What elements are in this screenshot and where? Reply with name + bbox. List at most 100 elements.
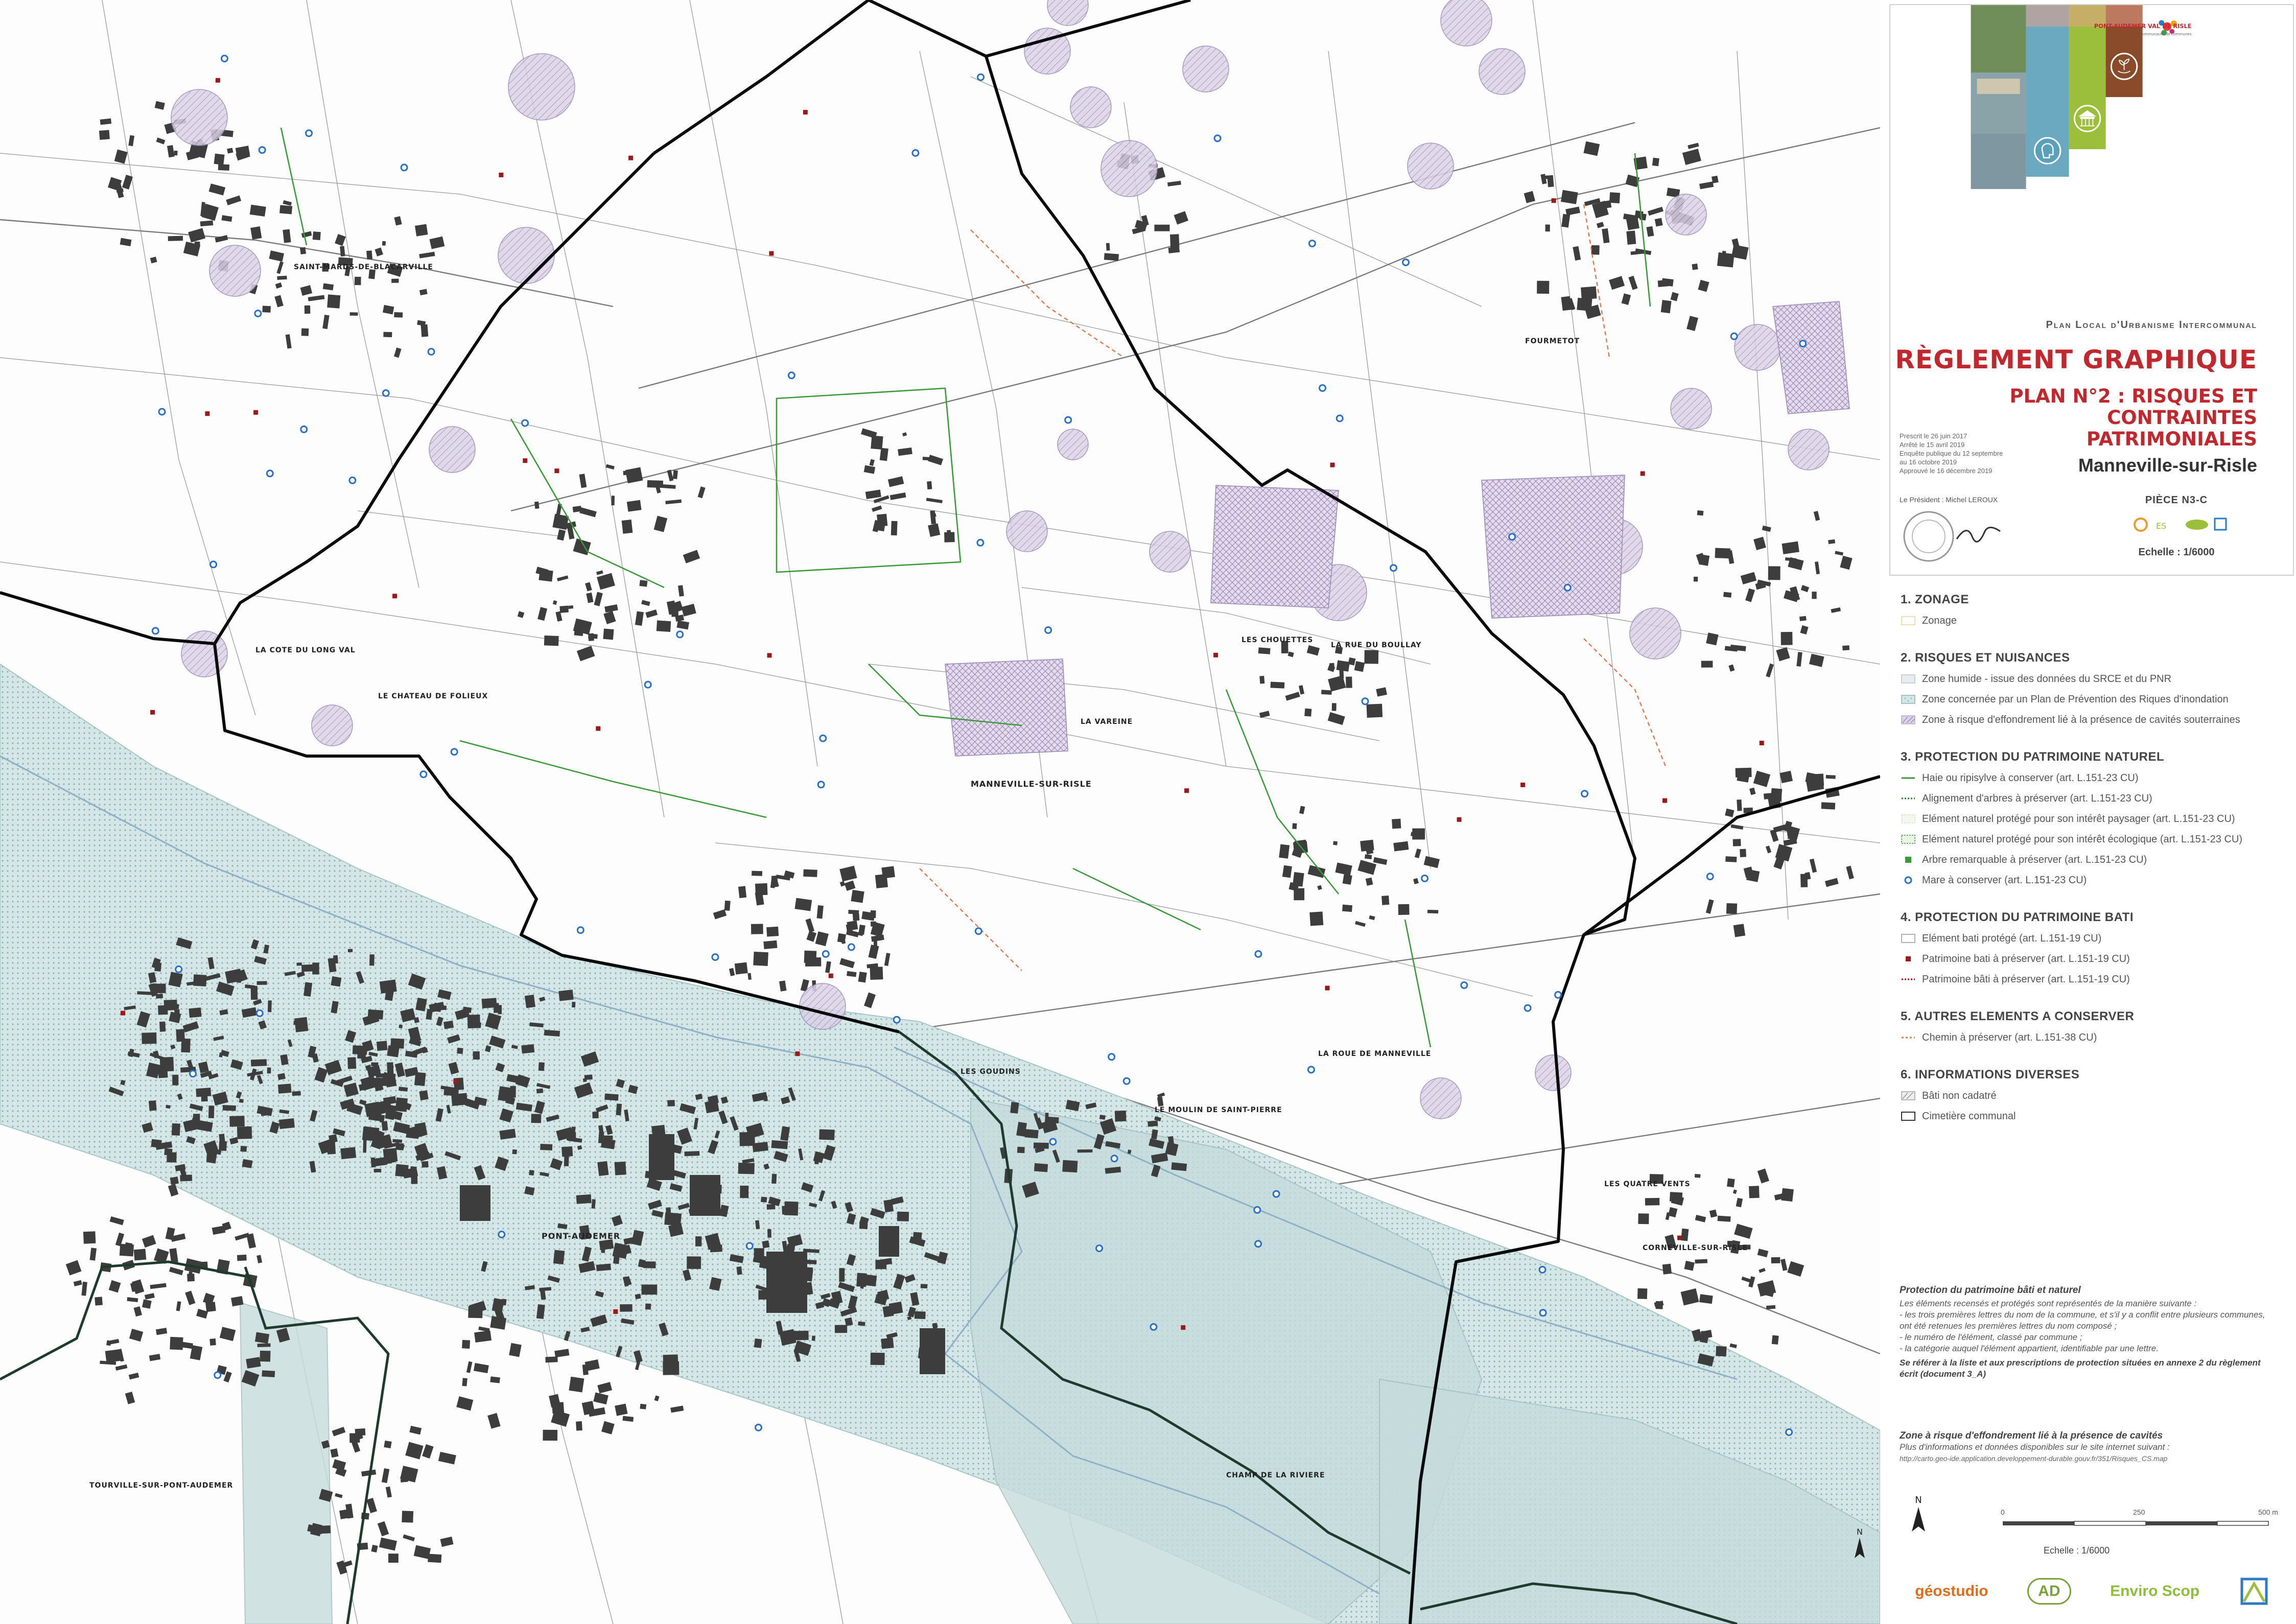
building (586, 592, 594, 603)
cavity-link[interactable]: http://carto.geo-ide.application.develop… (1900, 1453, 2278, 1464)
building (875, 1260, 887, 1269)
building (89, 1248, 97, 1261)
place-label: MANNEVILLE-SUR-RISLE (971, 779, 1092, 789)
building (301, 964, 313, 972)
pond (1064, 416, 1072, 424)
building (858, 971, 867, 983)
heritage-point (1330, 462, 1335, 467)
building (1294, 888, 1305, 901)
legend-label: Zone humide - issue des données du SRCE … (1922, 673, 2172, 685)
place-label: LES CHOUETTES (1241, 636, 1314, 644)
pond (1272, 1190, 1280, 1198)
building (736, 1266, 742, 1275)
place-label: CORNEVILLE-SUR-RISLE (1643, 1244, 1748, 1252)
legend-heading: 5. AUTRES ELEMENTS A CONSERVER (1901, 1009, 2135, 1023)
building (235, 1233, 250, 1241)
building (509, 1089, 515, 1098)
legend-item: Arbre remarquable à préserver (art. L.15… (1901, 853, 2296, 866)
building (301, 231, 312, 238)
building (219, 1141, 227, 1151)
building (597, 1161, 609, 1176)
building (1369, 915, 1375, 921)
legend-label: Zone à risque d'effondrement lié à la pr… (1922, 714, 2240, 725)
cavity-body: Plus d'informations et données disponibl… (1900, 1442, 2170, 1452)
building (278, 1118, 295, 1129)
building (462, 1339, 471, 1349)
cavity-title: Zone à risque d'effondrement lié à la pr… (1900, 1430, 2163, 1441)
building (419, 289, 428, 296)
building (1740, 849, 1746, 858)
building (1670, 292, 1679, 301)
legend-item: Mare à conserver (art. L.151-23 CU) (1901, 874, 2296, 887)
building (898, 447, 912, 456)
building (724, 900, 731, 911)
cavity-circle (1149, 531, 1191, 573)
building (394, 216, 402, 226)
partner-logos-small: ES (2134, 517, 2227, 532)
building (127, 1297, 138, 1302)
building (410, 1166, 417, 1171)
building (1785, 557, 1797, 561)
pond (745, 1242, 754, 1250)
building (839, 1268, 845, 1282)
building (1423, 856, 1440, 868)
building (1828, 539, 1836, 545)
building (944, 532, 955, 543)
building (584, 1074, 593, 1080)
building (1304, 708, 1312, 717)
building (1327, 712, 1345, 725)
building (1174, 211, 1189, 225)
noncad-symbol (1901, 1090, 1916, 1101)
building (312, 231, 321, 241)
building (95, 1297, 103, 1306)
hedge-symbol (1901, 772, 1916, 784)
building (882, 1305, 894, 1317)
pond (1049, 1138, 1057, 1146)
title-block: PONT-AUDEMER VAL DE RISLE communauté de … (1889, 4, 2294, 576)
building (1354, 661, 1365, 672)
pond (911, 149, 920, 157)
building (766, 926, 779, 937)
building (847, 921, 858, 931)
pond (893, 1016, 901, 1024)
cavity-circle (799, 983, 846, 1030)
building (887, 476, 904, 487)
heritage-point (1181, 1325, 1186, 1330)
building (419, 1090, 429, 1101)
pond (1110, 1155, 1118, 1163)
cavity-circle (1006, 510, 1048, 552)
building (1017, 1146, 1025, 1154)
logo-square (2240, 1578, 2268, 1605)
building (1787, 1261, 1805, 1277)
notes-body: Les éléments recensés et protégés sont r… (1900, 1299, 2265, 1353)
map-view[interactable]: N SAINT-MARDS-DE-BLACARVILLE FOURMETOT M… (0, 0, 1880, 1624)
pond (175, 965, 183, 973)
cavity-circle (311, 704, 353, 746)
place-label: LA ROUE DE MANNEVILLE (1318, 1050, 1432, 1058)
building (660, 484, 676, 489)
building (695, 1236, 702, 1246)
building (168, 236, 183, 241)
building (811, 1335, 816, 1341)
building (301, 328, 309, 336)
building (340, 246, 345, 257)
building (221, 215, 232, 222)
building (927, 481, 932, 490)
cavity-circle (1420, 1077, 1462, 1119)
place-label: LE CHATEAU DE FOLIEUX (378, 692, 488, 700)
legend-item: Alignement d'arbres à préserver (art. L.… (1901, 792, 2296, 805)
building (665, 499, 682, 505)
building (170, 1336, 183, 1350)
building (1733, 924, 1746, 937)
map-canvas[interactable]: N (0, 0, 1880, 1624)
building (335, 1493, 343, 1498)
building (466, 1361, 473, 1373)
legend-heading: 1. ZONAGE (1901, 593, 1969, 606)
building (1812, 592, 1817, 599)
building (667, 1100, 675, 1107)
north-arrow: N (1912, 1495, 1925, 1532)
pond (1253, 1206, 1261, 1214)
building (576, 1421, 582, 1431)
building (239, 1099, 244, 1103)
building (1565, 206, 1580, 216)
